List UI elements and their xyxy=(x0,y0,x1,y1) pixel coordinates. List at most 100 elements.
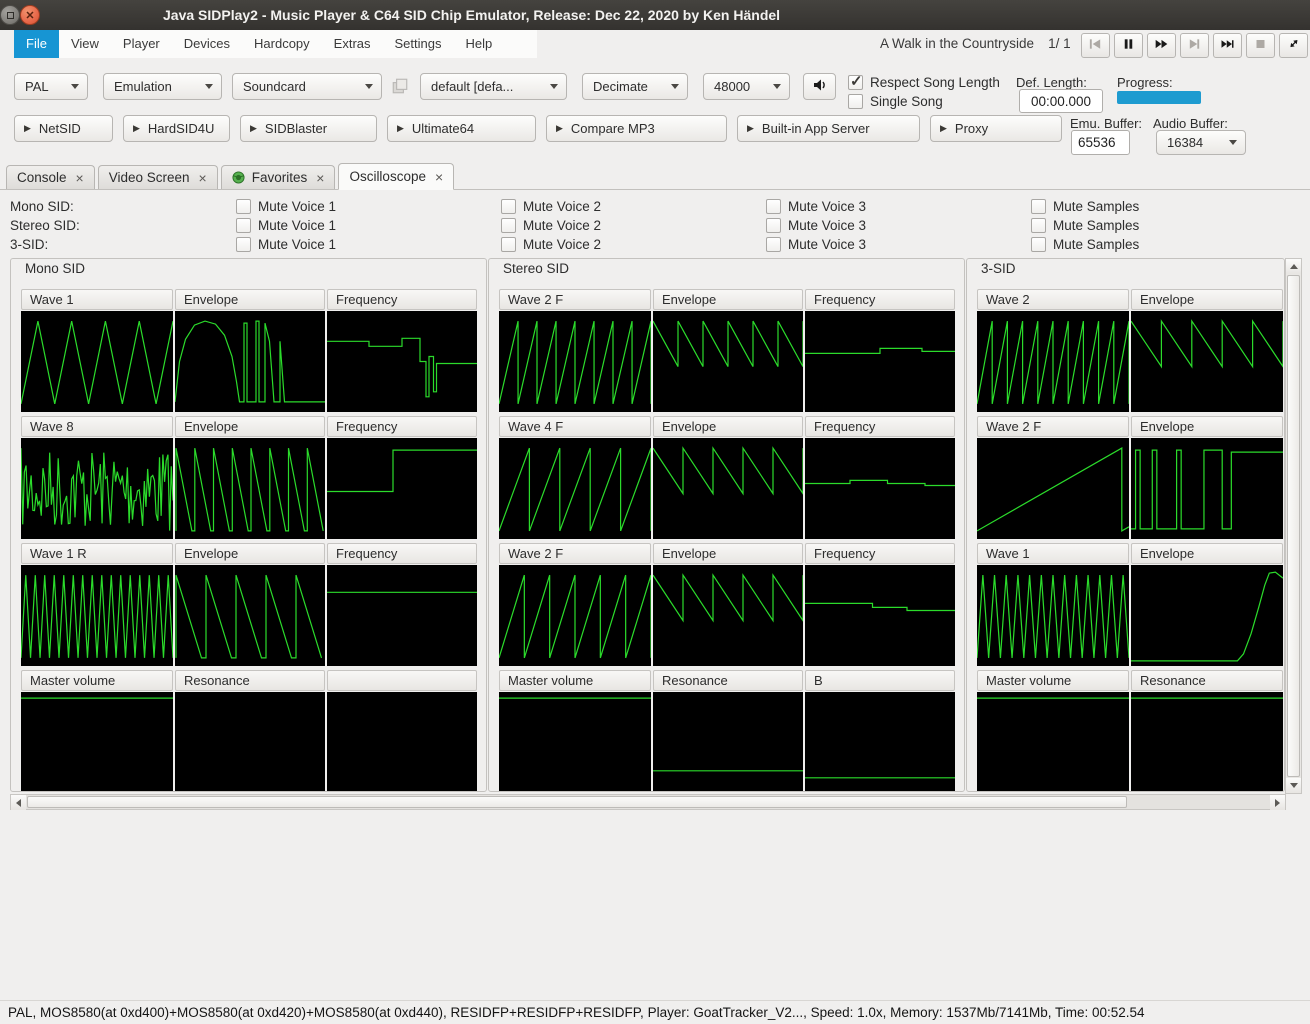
progress-label: Progress: xyxy=(1117,75,1173,90)
single-song-checkbox[interactable]: Single Song xyxy=(848,94,943,109)
driver-select[interactable]: default [defa... xyxy=(420,73,567,100)
oscilloscope-display xyxy=(21,438,173,539)
menu-item-settings[interactable]: Settings xyxy=(383,30,454,58)
play-icon: ▶ xyxy=(747,123,754,134)
scope-panel-label: Wave 8 xyxy=(21,416,173,437)
scope-panel-label: Resonance xyxy=(175,670,325,691)
scope-panel-label: Envelope xyxy=(175,543,325,564)
play-icon: ▶ xyxy=(133,123,140,134)
audio-buffer-select[interactable]: 16384 xyxy=(1156,130,1246,155)
sampling-method-select[interactable]: Decimate xyxy=(582,73,688,100)
scope-panel-label: Frequency xyxy=(805,543,955,564)
stop-button[interactable] xyxy=(1246,33,1275,58)
scroll-left-icon[interactable] xyxy=(11,795,26,810)
next-button[interactable] xyxy=(1180,33,1209,58)
menu-item-extras[interactable]: Extras xyxy=(322,30,383,58)
scope-panel-wave-1-r: Wave 1 R xyxy=(21,543,173,666)
skip-to-end-button[interactable] xyxy=(1213,33,1242,58)
ultimate64-button[interactable]: ▶Ultimate64 xyxy=(387,115,536,142)
respect-song-length-checkbox[interactable]: Respect Song Length xyxy=(848,75,1000,90)
emu-buffer-input[interactable] xyxy=(1071,130,1130,155)
scope-panel-label: Wave 2 F xyxy=(499,543,651,564)
stereo-sid-mute-samples-checkbox[interactable]: Mute Samples xyxy=(1031,218,1139,233)
mono-sid-mute-voice-3-checkbox[interactable]: Mute Voice 3 xyxy=(766,199,1031,214)
scroll-up-icon[interactable] xyxy=(1286,259,1301,274)
pause-button[interactable] xyxy=(1114,33,1143,58)
volume-button[interactable] xyxy=(803,73,836,100)
tab-favorites[interactable]: Favorites× xyxy=(221,165,336,189)
scope-panel-wave-2-f: Wave 2 F xyxy=(499,543,651,666)
stereo-sid-mute-voice-2-checkbox[interactable]: Mute Voice 2 xyxy=(501,218,766,233)
checkbox-box xyxy=(848,94,863,109)
play-icon: ▶ xyxy=(24,123,31,134)
3-sid-mute-samples-checkbox[interactable]: Mute Samples xyxy=(1031,237,1139,252)
audio-device-select[interactable]: Soundcard xyxy=(232,73,382,100)
scope-panel-wave-2: Wave 2 xyxy=(977,289,1129,412)
scope-panel-envelope: Envelope xyxy=(175,543,325,666)
minimize-player-button[interactable] xyxy=(1279,33,1308,58)
scope-panel-frequency: Frequency xyxy=(327,289,477,412)
chevron-down-icon xyxy=(773,84,781,89)
mono-sid-mute-voice-1-checkbox[interactable]: Mute Voice 1 xyxy=(236,199,501,214)
built-in-app-server-button[interactable]: ▶Built-in App Server xyxy=(737,115,920,142)
tab-video-screen[interactable]: Video Screen× xyxy=(98,165,218,189)
menu-item-hardcopy[interactable]: Hardcopy xyxy=(242,30,322,58)
mono-sid-mute-samples-checkbox[interactable]: Mute Samples xyxy=(1031,199,1139,214)
close-tab-icon[interactable]: × xyxy=(435,169,443,185)
scroll-right-icon[interactable] xyxy=(1270,795,1285,810)
samplerate-select[interactable]: 48000 xyxy=(703,73,790,100)
def-length-input[interactable] xyxy=(1019,89,1103,113)
checkbox-box xyxy=(766,237,781,252)
previous-button[interactable] xyxy=(1081,33,1110,58)
tab-oscilloscope[interactable]: Oscilloscope × xyxy=(338,163,454,190)
hardsid4u-button[interactable]: ▶HardSID4U xyxy=(123,115,230,142)
window-title: Java SIDPlay2 - Music Player & C64 SID C… xyxy=(163,0,780,30)
menu-item-help[interactable]: Help xyxy=(453,30,504,58)
scope-panel-envelope: Envelope xyxy=(175,416,325,539)
engine-select[interactable]: Emulation xyxy=(103,73,222,100)
3-sid-mute-voice-3-checkbox[interactable]: Mute Voice 3 xyxy=(766,237,1031,252)
window-maximize-icon[interactable] xyxy=(0,5,20,25)
mono-sid-mute-voice-2-checkbox[interactable]: Mute Voice 2 xyxy=(501,199,766,214)
def-length-label: Def. Length: xyxy=(1016,75,1087,90)
fast-forward-button[interactable] xyxy=(1147,33,1176,58)
3-sid-mute-voice-2-checkbox[interactable]: Mute Voice 2 xyxy=(501,237,766,252)
oscilloscope-display xyxy=(499,692,651,792)
compare-mp3-button[interactable]: ▶Compare MP3 xyxy=(546,115,727,142)
window-close-icon[interactable]: ✕ xyxy=(20,5,40,25)
app-window: ✕ Java SIDPlay2 - Music Player & C64 SID… xyxy=(0,0,1310,1024)
tab-label: Oscilloscope xyxy=(349,169,426,184)
video-standard-select[interactable]: PAL xyxy=(14,73,88,100)
audio-settings-icon xyxy=(390,76,410,96)
menu-item-view[interactable]: View xyxy=(59,30,111,58)
stereo-sid-mute-voice-3-checkbox[interactable]: Mute Voice 3 xyxy=(766,218,1031,233)
close-tab-icon[interactable]: × xyxy=(199,170,207,186)
oscilloscope-display xyxy=(653,438,803,539)
3-sid-mute-voice-1-checkbox[interactable]: Mute Voice 1 xyxy=(236,237,501,252)
vertical-scroll-thumb[interactable] xyxy=(1287,275,1300,777)
oscilloscope-display xyxy=(1131,692,1283,792)
horizontal-scrollbar[interactable] xyxy=(10,794,1286,810)
scope-panel-label: Frequency xyxy=(327,416,477,437)
oscilloscope-display xyxy=(21,565,173,666)
oscilloscope-display xyxy=(977,311,1129,412)
close-tab-icon[interactable]: × xyxy=(76,170,84,186)
scroll-down-icon[interactable] xyxy=(1286,778,1301,793)
menu-item-player[interactable]: Player xyxy=(111,30,172,58)
chevron-down-icon xyxy=(205,84,213,89)
netsid-button[interactable]: ▶NetSID xyxy=(14,115,113,142)
close-tab-icon[interactable]: × xyxy=(316,170,324,186)
menu-item-devices[interactable]: Devices xyxy=(172,30,242,58)
stereo-sid-mute-voice-1-checkbox[interactable]: Mute Voice 1 xyxy=(236,218,501,233)
proxy-button[interactable]: ▶Proxy xyxy=(930,115,1062,142)
speaker-icon xyxy=(812,78,828,95)
pause-icon xyxy=(1121,38,1136,53)
menu-item-file[interactable]: File xyxy=(14,30,59,58)
vertical-scrollbar[interactable] xyxy=(1285,258,1302,794)
scope-panel-envelope: Envelope xyxy=(1131,543,1283,666)
tab-console[interactable]: Console× xyxy=(6,165,95,189)
group-3-sid: 3-SIDWave 2EnvelopeWave 2 FEnvelopeWave … xyxy=(966,258,1285,792)
horizontal-scroll-thumb[interactable] xyxy=(27,796,1127,808)
sidblaster-button[interactable]: ▶SIDBlaster xyxy=(240,115,377,142)
scope-panel-b: B xyxy=(805,670,955,792)
